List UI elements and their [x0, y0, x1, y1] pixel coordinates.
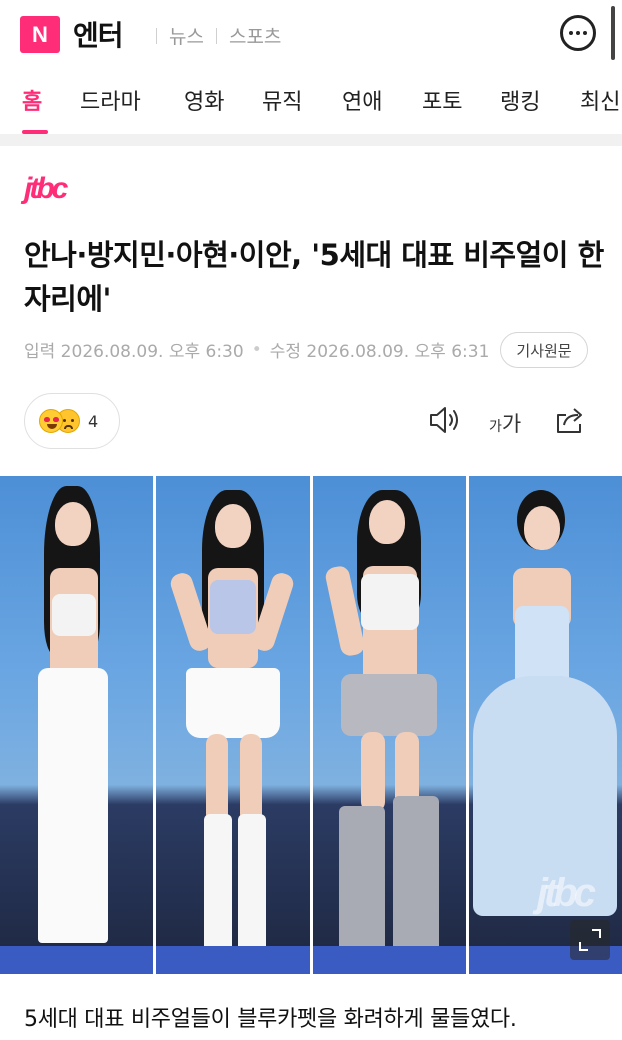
chat-dot — [569, 31, 573, 35]
carpet — [312, 946, 466, 974]
tab-dating[interactable]: 연애 — [342, 84, 382, 116]
reaction-count: 4 — [88, 411, 99, 431]
top — [210, 580, 257, 634]
article-headline: 안나·방지민·아현·이안, '5세대 대표 비주얼이 한 자리에' — [24, 238, 604, 316]
category-tabs: 홈 드라마 영화 뮤직 연애 포토 랭킹 최신 — [0, 68, 622, 134]
photo-panel-4: jtbc — [468, 476, 622, 974]
head — [368, 500, 405, 544]
font-size-small-label: 가 — [489, 419, 502, 435]
emoji-mouth — [47, 424, 57, 429]
speaker-icon[interactable] — [428, 405, 462, 435]
tab-drama[interactable]: 드라마 — [80, 84, 141, 116]
modified-date: 수정 2026.08.09. 오후 6:31 — [269, 342, 490, 362]
head — [55, 502, 91, 546]
header-divider — [156, 27, 157, 44]
emoji-eye — [71, 419, 74, 422]
header-link-news[interactable]: 뉴스 — [169, 22, 204, 49]
boot — [204, 814, 233, 964]
header-link-sports[interactable]: 스포츠 — [229, 22, 281, 49]
article-dates: 입력 2026.08.09. 오후 6:30 • 수정 2026.08.09. … — [24, 337, 490, 363]
scrollbar[interactable] — [611, 6, 615, 60]
font-size-button[interactable]: 가가 — [489, 408, 521, 438]
leg — [206, 734, 229, 824]
skirt — [186, 668, 281, 738]
carpet — [156, 946, 310, 974]
head — [215, 504, 252, 548]
boot — [392, 796, 439, 956]
original-article-button[interactable]: 기사원문 — [500, 332, 588, 368]
heart-eyes-emoji-icon — [39, 409, 63, 433]
header-links: 뉴스 스포츠 — [156, 22, 281, 49]
published-date: 입력 2026.08.09. 오후 6:30 — [24, 342, 244, 362]
photo-watermark: jtbc — [536, 871, 596, 915]
top-header: N 엔터 뉴스 스포츠 — [0, 0, 622, 68]
tab-latest[interactable]: 최신 — [580, 84, 620, 116]
chat-dot — [583, 31, 587, 35]
leg — [360, 732, 385, 812]
press-logo[interactable]: jtbc — [24, 172, 68, 206]
tab-home[interactable]: 홈 — [22, 84, 42, 116]
emoji-eye — [63, 419, 66, 422]
article-photo[interactable]: jtbc — [0, 476, 622, 974]
top — [52, 594, 96, 636]
expand-icon[interactable] — [570, 920, 610, 960]
expand-arrows-icon — [579, 929, 601, 951]
photo-panel-2 — [156, 476, 310, 974]
tab-photo[interactable]: 포토 — [422, 84, 462, 116]
emoji-eye — [53, 417, 59, 422]
photo-panel-3 — [312, 476, 466, 974]
carpet — [0, 946, 154, 974]
camo-skirt — [340, 674, 437, 736]
emoji-mouth — [64, 425, 73, 429]
emoji-eye — [44, 417, 50, 422]
section-divider — [0, 134, 622, 146]
photo-caption: 5세대 대표 비주얼들이 블루카펫을 화려하게 물들였다. — [24, 1007, 517, 1032]
photo-panel-1 — [0, 476, 154, 974]
top — [360, 574, 419, 630]
share-icon[interactable] — [554, 405, 586, 435]
section-brand[interactable]: 엔터 — [73, 14, 124, 54]
head — [523, 506, 560, 550]
boot — [238, 814, 267, 964]
reaction-button[interactable]: 4 — [24, 393, 120, 449]
meta-separator: • — [251, 339, 262, 360]
font-size-big-label: 가 — [501, 412, 522, 436]
naver-logo[interactable]: N — [20, 16, 60, 53]
boot — [338, 806, 385, 956]
tab-ranking[interactable]: 랭킹 — [500, 84, 540, 116]
chat-icon[interactable] — [560, 15, 596, 51]
leg — [240, 734, 263, 824]
tab-music[interactable]: 뮤직 — [262, 84, 302, 116]
long-skirt — [38, 668, 108, 943]
chat-dot — [576, 31, 580, 35]
tab-movie[interactable]: 영화 — [184, 84, 224, 116]
header-divider — [215, 27, 217, 44]
